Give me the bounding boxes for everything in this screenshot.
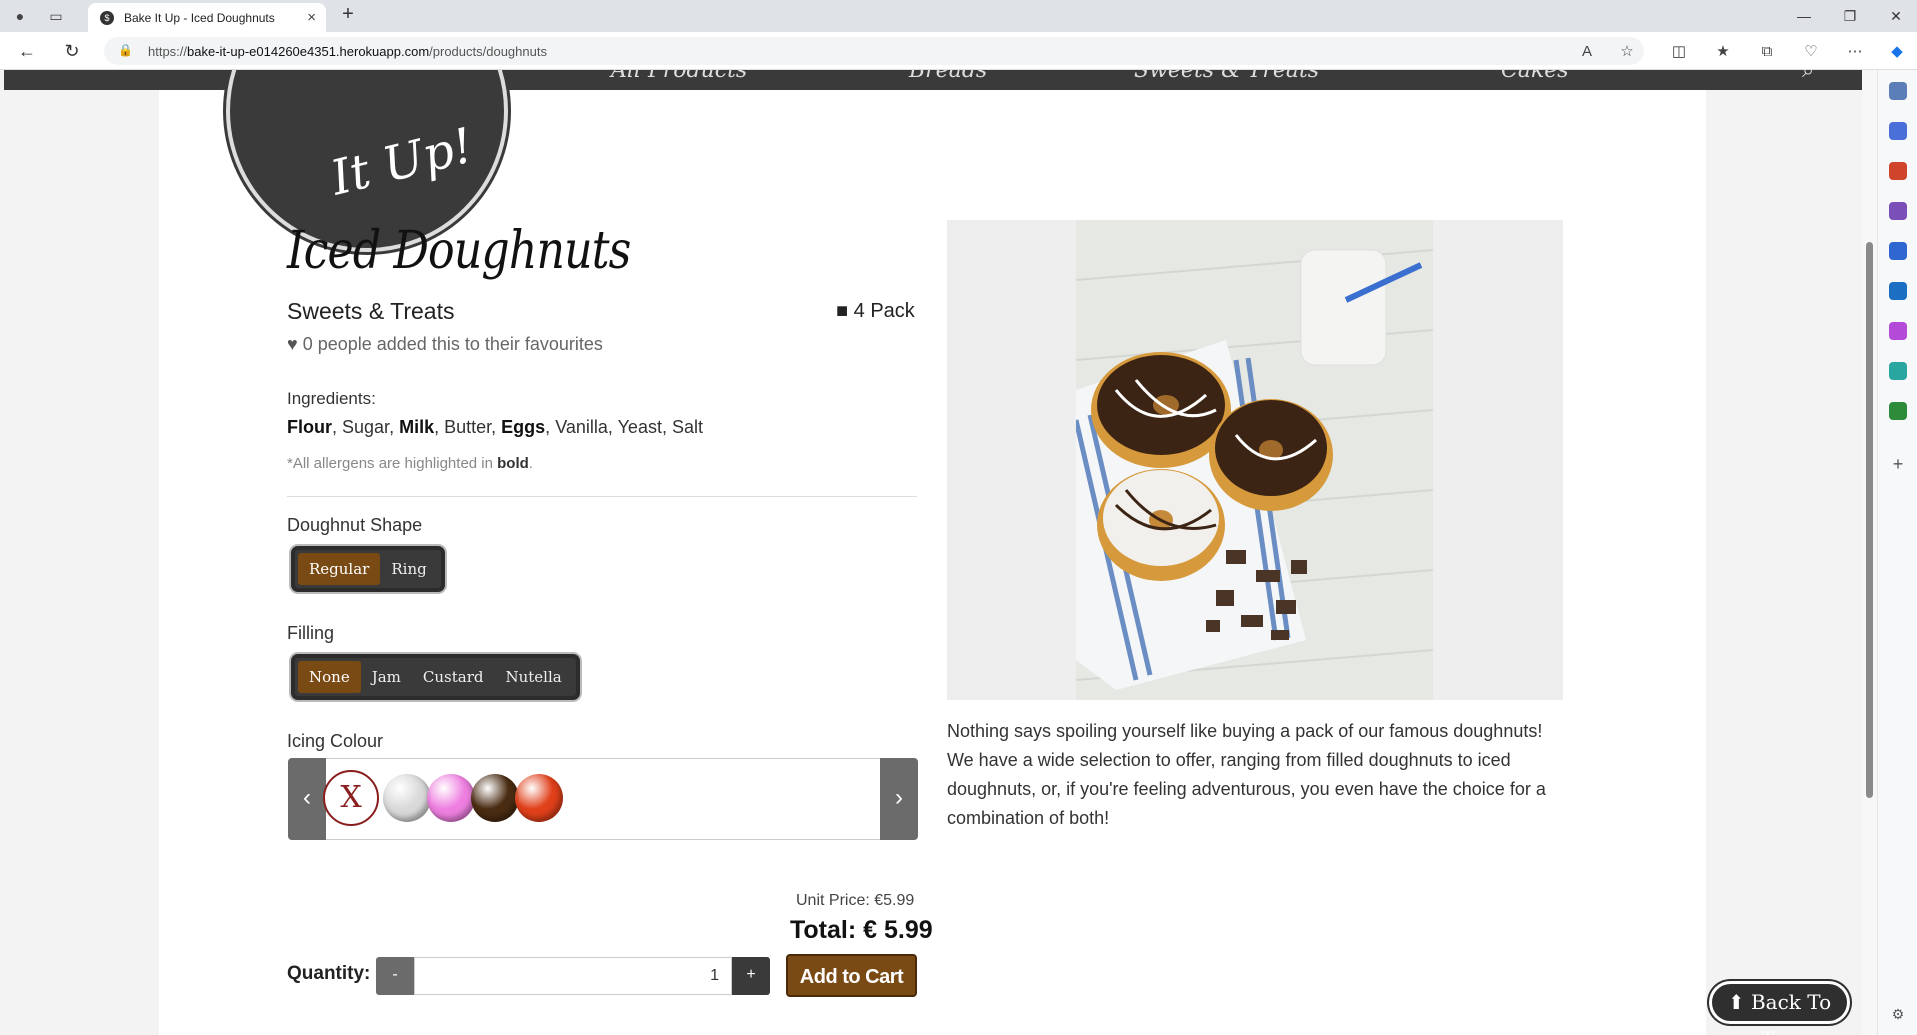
divider (287, 496, 917, 497)
back-to-top-button[interactable]: ⬆ Back To Top (1709, 981, 1850, 1035)
url-text[interactable]: https://bake-it-up-e014260e4351.herokuap… (148, 44, 547, 59)
arrow-up-icon: ⬆ (1727, 990, 1751, 1014)
carousel-prev-button[interactable]: ‹ (288, 758, 326, 840)
shape-option-ring[interactable]: Ring (380, 553, 437, 585)
allergen-note: *All allergens are highlighted in bold. (287, 455, 533, 472)
quantity-increment-button[interactable]: + (732, 957, 770, 995)
shape-selector: Regular Ring (291, 546, 445, 592)
sidebar-tree-icon[interactable] (1889, 402, 1907, 420)
page-viewport: All Products Breads Sweets & Treats Cake… (0, 70, 1862, 1035)
nav-cakes[interactable]: Cakes (1501, 70, 1569, 83)
icing-swatch-chocolate[interactable] (471, 774, 519, 822)
sidebar-tools-icon[interactable] (1889, 162, 1907, 180)
restore-icon[interactable]: ❐ (1830, 4, 1870, 28)
quantity-label: Quantity: (287, 963, 371, 984)
ingredient-item: Salt (671, 417, 704, 437)
sidebar-settings-icon[interactable]: ⚙ (1889, 1005, 1907, 1023)
favorite-star-icon[interactable]: ☆ (1616, 41, 1638, 63)
sidebar-games-icon[interactable] (1889, 202, 1907, 220)
product-category[interactable]: Sweets & Treats (287, 298, 454, 325)
quantity-input[interactable]: 1 (414, 957, 732, 995)
collections-icon[interactable]: ⧉ (1756, 41, 1778, 63)
tab-active[interactable]: $ Bake It Up - Iced Doughnuts × (88, 3, 326, 32)
ingredient-item: Flour (287, 417, 332, 437)
tab-title: Bake It Up - Iced Doughnuts (124, 11, 275, 25)
unit-price: Unit Price: €5.99 (796, 892, 915, 909)
nav-breads[interactable]: Breads (909, 70, 987, 83)
address-bar[interactable]: 🔒 https://bake-it-up-e014260e4351.heroku… (104, 37, 1644, 65)
product-title: Iced Doughnuts (287, 221, 631, 281)
icing-label: Icing Colour (287, 731, 384, 751)
ingredient-item: Sugar (342, 417, 390, 437)
filling-option-custard[interactable]: Custard (412, 661, 495, 693)
browser-window: ● ▭ $ Bake It Up - Iced Doughnuts × + — … (0, 0, 1917, 1035)
profile-icon[interactable]: ● (10, 6, 30, 26)
ingredient-item: Butter (444, 417, 492, 437)
heart-icon[interactable]: ♥ (287, 334, 303, 354)
sidebar-search-icon[interactable] (1889, 82, 1907, 100)
logo-text: It Up! (325, 117, 479, 207)
favorites-icon[interactable]: ★ (1712, 41, 1734, 63)
add-to-cart-button[interactable]: Add to Cart (786, 954, 917, 997)
ingredient-item: Yeast (617, 417, 662, 437)
minimize-icon[interactable]: — (1784, 4, 1824, 28)
ingredient-item: Eggs (501, 417, 546, 437)
lock-icon[interactable]: 🔒 (118, 43, 133, 57)
product-image-panel (947, 220, 1563, 700)
browser-essentials-icon[interactable]: ♡ (1800, 41, 1822, 63)
new-tab-icon[interactable]: + (336, 3, 360, 27)
quantity-decrement-button[interactable]: - (376, 957, 414, 995)
filling-option-nutella[interactable]: Nutella (494, 661, 572, 693)
close-window-icon[interactable]: ✕ (1876, 4, 1916, 28)
sidebar-outlook-icon[interactable] (1889, 282, 1907, 300)
product-description: Nothing says spoiling yourself like buyi… (947, 721, 1546, 828)
nav-all-products[interactable]: All Products (611, 70, 747, 83)
filling-label: Filling (287, 623, 335, 643)
sidebar-drop-icon[interactable] (1889, 362, 1907, 380)
close-tab-icon[interactable]: × (307, 9, 316, 26)
icing-swatch-orange[interactable] (515, 774, 563, 822)
edge-sidebar: + ⚙ (1877, 70, 1917, 1035)
total-price: Total: € 5.99 (790, 916, 933, 944)
browser-toolbar: ← ↻ 🔒 https://bake-it-up-e014260e4351.he… (0, 32, 1917, 70)
box-icon: ■ (836, 300, 854, 322)
filling-option-none[interactable]: None (298, 661, 361, 693)
icing-swatch-pink[interactable] (427, 774, 475, 822)
shape-label: Doughnut Shape (287, 515, 423, 535)
product-image[interactable] (1076, 220, 1433, 700)
back-icon[interactable]: ← (15, 40, 39, 64)
more-menu-icon[interactable]: ⋯ (1844, 41, 1866, 63)
ingredient-item: Milk (399, 417, 435, 437)
search-icon[interactable]: ⌕ (1802, 70, 1814, 83)
icing-swatch-none[interactable]: X (323, 770, 379, 826)
scrollbar-thumb[interactable] (1866, 242, 1873, 798)
filling-option-jam[interactable]: Jam (361, 661, 412, 693)
icing-carousel: ‹ X › (288, 758, 918, 840)
favourites-count[interactable]: ♥ 0 people added this to their favourite… (287, 334, 603, 355)
sidebar-add-icon[interactable]: + (1889, 455, 1907, 473)
page-scrollbar[interactable] (1862, 70, 1877, 1035)
shape-option-regular[interactable]: Regular (298, 553, 381, 585)
ingredients-list: Flour, Sugar, Milk, Butter, Eggs, Vanill… (287, 417, 704, 437)
favicon-icon: $ (100, 11, 114, 25)
sidebar-m365-icon[interactable] (1889, 242, 1907, 260)
read-aloud-icon[interactable]: A (1576, 41, 1598, 63)
ingredients-label: Ingredients: (287, 389, 376, 408)
pack-size: ■ 4 Pack (836, 300, 915, 322)
sidebar-designer-icon[interactable] (1889, 322, 1907, 340)
filling-selector: None Jam Custard Nutella (291, 654, 580, 700)
copilot-icon[interactable]: ◆ (1886, 41, 1908, 63)
carousel-next-button[interactable]: › (880, 758, 918, 840)
nav-sweets-treats[interactable]: Sweets & Treats (1134, 70, 1319, 83)
icing-swatch-white[interactable] (383, 774, 431, 822)
ingredient-item: Vanilla (555, 417, 608, 437)
sidebar-shopping-icon[interactable] (1889, 122, 1907, 140)
tab-actions-icon[interactable]: ▭ (46, 6, 66, 26)
reload-icon[interactable]: ↻ (60, 40, 84, 64)
split-screen-icon[interactable]: ◫ (1668, 41, 1690, 63)
tab-strip: ● ▭ $ Bake It Up - Iced Doughnuts × + — … (0, 0, 1917, 32)
